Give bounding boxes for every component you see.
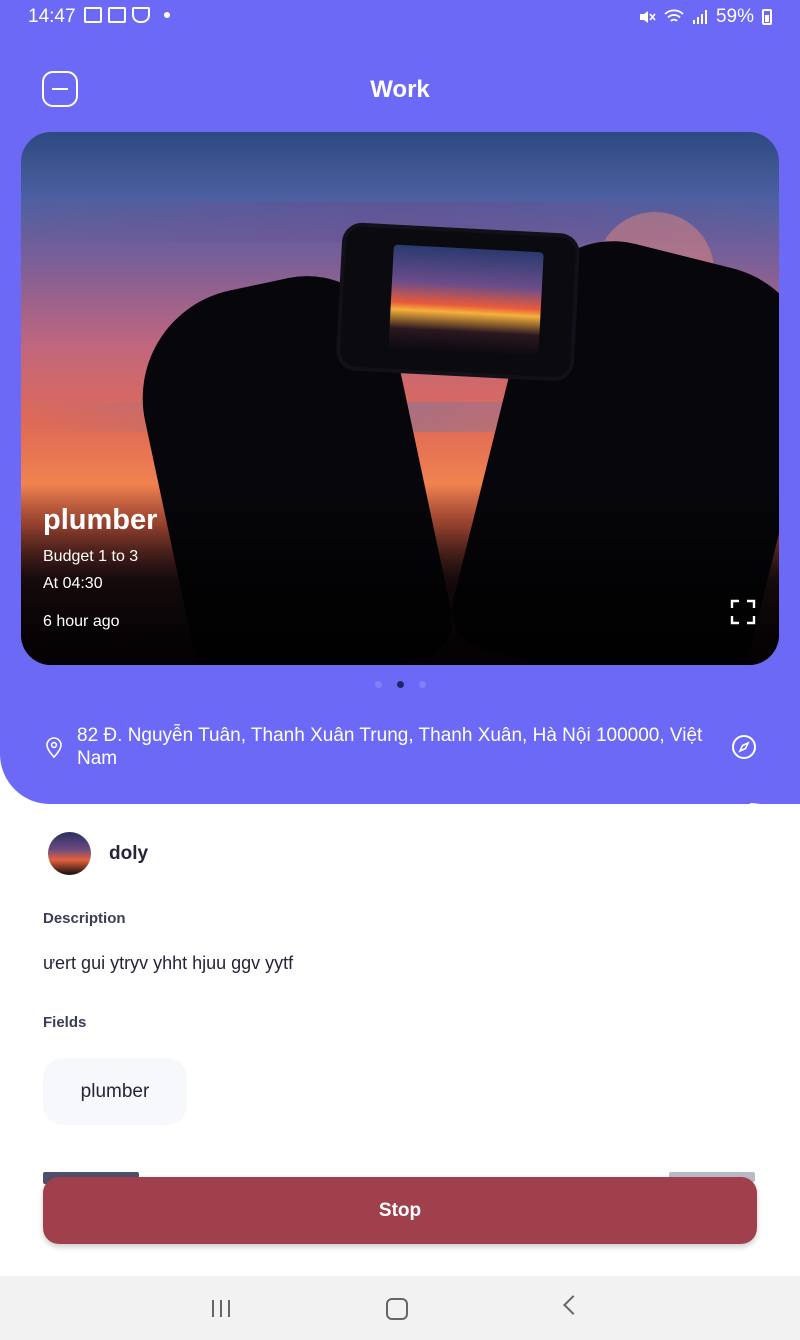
description-text: ưert gui ytryv yhht hjuu ggv yytf <box>43 953 294 973</box>
app-notification-icon <box>108 7 126 23</box>
status-bar: 14:47 59% <box>0 0 800 34</box>
shield-notification-icon <box>132 7 150 23</box>
status-time: 14:47 <box>28 6 76 27</box>
system-navigation-bar <box>0 1276 800 1340</box>
carousel-indicator <box>0 681 800 688</box>
fields-label: Fields <box>43 1014 87 1031</box>
carousel-dot[interactable] <box>374 681 382 688</box>
carousel-dot[interactable] <box>418 681 426 688</box>
photo-phone-screen <box>388 244 544 357</box>
job-photo-card[interactable]: plumber Budget 1 to 3 At 04:30 6 hour ag… <box>21 132 779 665</box>
carousel-dot-active[interactable] <box>396 681 404 688</box>
avatar[interactable] <box>48 832 91 875</box>
system-icons: 59% <box>638 6 772 28</box>
battery-percent: 59% <box>715 6 754 27</box>
job-title: plumber <box>43 504 158 536</box>
compass-icon[interactable] <box>731 734 757 760</box>
notification-icons <box>84 7 170 23</box>
user-name[interactable]: doly <box>109 843 148 865</box>
battery-icon <box>762 9 772 25</box>
expand-icon[interactable] <box>730 599 756 625</box>
description-label: Description <box>43 910 126 927</box>
job-budget: Budget 1 to 3 <box>43 548 139 565</box>
nav-recents-icon[interactable] <box>212 1300 230 1317</box>
field-chip: plumber <box>43 1058 187 1125</box>
gallery-notification-icon <box>84 7 102 23</box>
job-address: 82 Đ. Nguyễn Tuân, Thanh Xuân Trung, Tha… <box>77 725 703 769</box>
nav-back-icon[interactable] <box>563 1295 583 1315</box>
nav-home-icon[interactable] <box>386 1298 408 1320</box>
location-pin-icon <box>46 737 62 758</box>
photo-phone <box>339 226 577 378</box>
more-notifications-dot <box>164 12 170 18</box>
wifi-icon <box>664 9 684 22</box>
stop-button[interactable]: Stop <box>43 1177 757 1244</box>
job-posted-ago: 6 hour ago <box>43 613 120 630</box>
mute-icon <box>639 11 656 23</box>
job-time: At 04:30 <box>43 575 103 592</box>
signal-icon <box>692 10 707 24</box>
page-title: Work <box>370 76 430 103</box>
